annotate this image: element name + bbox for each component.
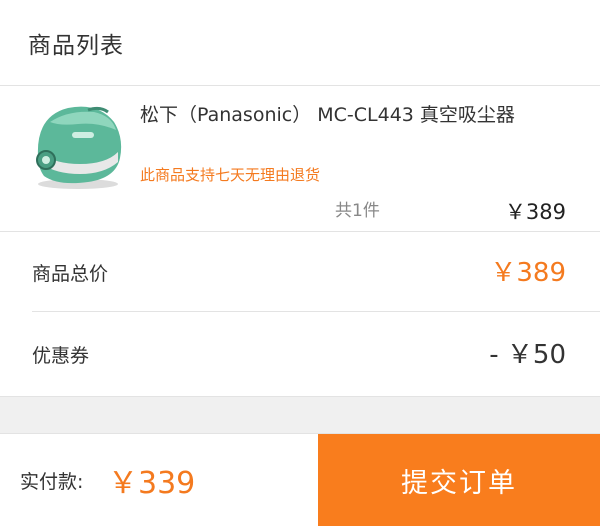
coupon-label: 优惠券 [32,345,90,367]
checkout-bar: 实付款: ￥339 提交订单 [0,434,600,526]
page-title: 商品列表 [28,33,124,59]
amount-paid-label: 实付款: [20,471,84,493]
coupon-row[interactable]: 优惠券 - ￥50 [0,314,600,392]
return-policy-note: 此商品支持七天无理由退货 [140,166,321,184]
submit-order-button[interactable]: 提交订单 [318,434,600,526]
product-price: ￥389 [504,200,566,224]
order-header: 商品列表 [0,0,600,86]
amount-paid-value: ￥339 [108,466,196,501]
product-item[interactable]: 松下（Panasonic） MC-CL443 真空吸尘器 此商品支持七天无理由退… [0,86,600,232]
price-summary: 商品总价 ￥389 优惠券 - ￥50 [0,232,600,396]
total-price-row: 商品总价 ￥389 [0,232,600,312]
coupon-value: - ￥50 [489,340,566,370]
total-price-value: ￥389 [490,258,566,288]
product-quantity: 共1件 [335,201,380,221]
total-price-label: 商品总价 [32,263,109,285]
product-name[interactable]: 松下（Panasonic） MC-CL443 真空吸尘器 [140,102,580,128]
section-gap [0,396,600,434]
row-divider [32,311,600,312]
vacuum-cleaner-icon [36,106,122,189]
